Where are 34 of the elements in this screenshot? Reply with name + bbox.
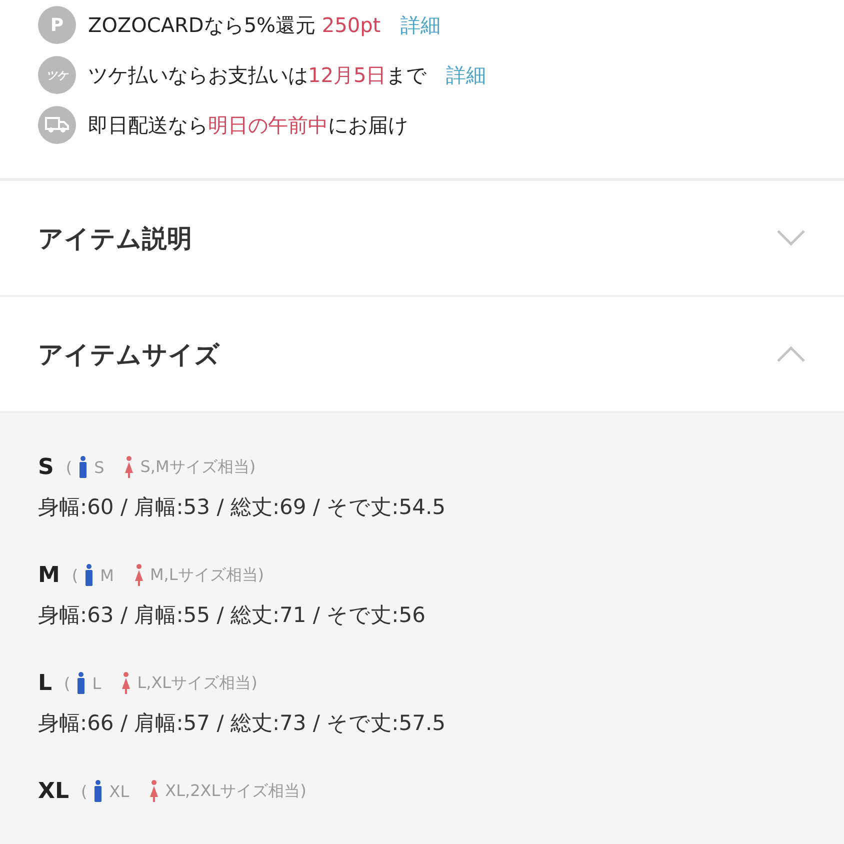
paren-text: ( <box>80 782 88 800</box>
size-label: L <box>38 670 52 696</box>
size-label: XL <box>38 778 69 804</box>
truck-icon <box>38 106 76 144</box>
paren-text: ( <box>64 674 70 692</box>
man-icon <box>84 564 94 586</box>
men-size: M <box>100 566 114 584</box>
accordion-header[interactable]: アイテム説明 <box>0 181 844 297</box>
badge-icon: ツケ <box>38 56 76 94</box>
badge-icon: P <box>38 6 76 44</box>
men-size: XL <box>109 782 130 800</box>
measurements-text: 身幅:60 / 肩幅:53 / 総丈:69 / そで丈:54.5 <box>38 494 447 521</box>
paren-text: ( <box>66 458 72 476</box>
woman-icon <box>149 780 160 802</box>
size-label: S <box>38 454 54 480</box>
women-size: S,Mサイズ相当) <box>140 456 256 478</box>
man-icon <box>78 456 88 478</box>
measurements-text: 身幅:66 / 肩幅:57 / 総丈:73 / そで丈:57.5 <box>38 710 447 737</box>
info-text: ZOZOCARDなら5%還元 250pt <box>88 12 381 38</box>
man-icon <box>93 780 104 802</box>
men-size: S <box>94 458 104 476</box>
measurements-text: 身幅:63 / 肩幅:55 / 総丈:71 / そで丈:56 <box>38 602 426 629</box>
paren-text: ( <box>72 566 78 584</box>
woman-icon <box>124 456 134 478</box>
men-size: L <box>92 674 102 692</box>
info-text: 即日配送なら明日の午前中 にお届け <box>88 112 408 138</box>
man-icon <box>76 672 86 694</box>
women-size: L,XLサイズ相当) <box>137 672 258 694</box>
women-size: M,Lサイズ相当) <box>150 564 264 586</box>
woman-icon <box>121 672 132 694</box>
woman-icon <box>134 564 144 586</box>
women-size: XL,2XLサイズ相当) <box>165 780 306 802</box>
info-text: ツケ払いならお支払いは12月5日 まで <box>88 62 426 88</box>
size-label: M <box>38 562 60 588</box>
